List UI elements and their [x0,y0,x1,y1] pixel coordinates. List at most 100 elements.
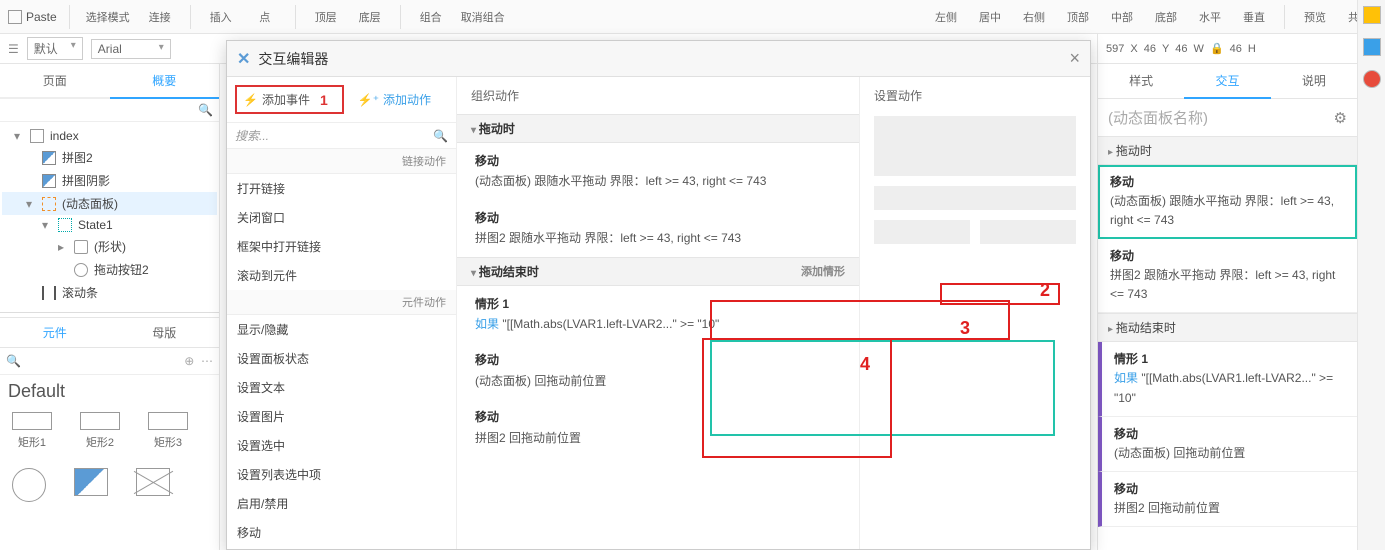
r-action-3[interactable]: 移动 (动态面板) 回拖动前位置 [1098,417,1357,472]
close-button[interactable]: × [1069,48,1080,69]
act-enable[interactable]: 启用/禁用 [227,489,456,518]
tb-dist-h[interactable]: 水平 [1192,7,1228,27]
r-sect-dragend[interactable]: 拖动结束时 [1098,313,1357,342]
tab-page[interactable]: 页面 [0,64,110,97]
act-scroll-to[interactable]: 滚动到元件 [227,261,456,290]
outline-search[interactable]: 🔍 [0,99,219,122]
shape-rect1[interactable]: 矩形1 [12,412,52,450]
dialog-titlebar[interactable]: ✕ 交互编辑器 × [227,41,1090,77]
scroll-icon [42,286,56,300]
config-placeholder [874,220,970,244]
annotation-1: 1 [320,92,328,108]
coord-y[interactable]: 46 [1144,43,1156,55]
lib-name: Default [0,375,219,408]
act-open-in-frame[interactable]: 框架中打开链接 [227,232,456,261]
settings-icon[interactable]: ⚙ [1334,109,1347,127]
mid-sect-dragend[interactable]: 拖动结束时 添加情形 [457,257,859,286]
dialog-left: ⚡ 添加事件 1 ⚡⁺ 添加动作 搜索... 🔍 链接动作 打开链接 关闭窗口 … [227,77,457,549]
act-set-text[interactable]: 设置文本 [227,373,456,402]
tab-outline[interactable]: 概要 [110,64,220,99]
lock-icon[interactable]: 🔒 [1210,42,1224,55]
button-icon [74,263,88,277]
tb-align-right[interactable]: 右侧 [1016,7,1052,27]
tb-group[interactable]: 组合 [413,7,449,27]
tb-align-middle[interactable]: 中部 [1104,7,1140,27]
shape-placeholder[interactable] [136,468,170,502]
tb-insert[interactable]: 插入 [203,7,239,27]
action-search[interactable]: 搜索... 🔍 [227,123,456,149]
r-sect-drag[interactable]: 拖动时 [1098,136,1357,165]
shape-row-1: 矩形1 矩形2 矩形3 [0,408,219,454]
mid-action-4[interactable]: 移动 拼图2 回拖动前位置 [457,399,859,456]
r-action-1[interactable]: 移动 (动态面板) 跟随水平拖动 界限：left >= 43, right <=… [1098,165,1357,239]
coord-w[interactable]: 46 [1175,43,1187,55]
act-show-hide[interactable]: 显示/隐藏 [227,315,456,344]
right-panel: 597X 46Y 46W 🔒 46H 样式 交互 说明 (动态面板名称)⚙ 拖动… [1097,34,1357,550]
mid-action-2[interactable]: 移动 拼图2 跟随水平拖动 界限：left >= 43, right <= 74… [457,200,859,257]
mid-case-1[interactable]: 情形 1 如果 "[[Math.abs(LVAR1.left-LVAR2..."… [457,286,859,343]
shape-icon [74,240,88,254]
tab-notes[interactable]: 说明 [1271,64,1357,98]
r-action-4[interactable]: 移动 拼图2 回拖动前位置 [1098,472,1357,527]
font-select[interactable]: Arial [91,39,171,59]
act-set-selected[interactable]: 设置选中 [227,431,456,460]
tb-align-bot[interactable]: 底部 [1148,7,1184,27]
shape-rect3[interactable]: 矩形3 [148,412,188,450]
tab-interaction[interactable]: 交互 [1184,64,1270,99]
tb-dist-v[interactable]: 垂直 [1236,7,1272,27]
tab-style[interactable]: 样式 [1098,64,1184,98]
tab-masters[interactable]: 母版 [110,318,220,347]
mid-action-1[interactable]: 移动 (动态面板) 跟随水平拖动 界限：left >= 43, right <=… [457,143,859,200]
add-action-button[interactable]: ⚡⁺ 添加动作 [352,85,437,114]
r-case-1[interactable]: 情形 1 如果 "[[Math.abs(LVAR1.left-LVAR2..."… [1098,342,1357,417]
right-heading: 设置动作 [874,87,1076,116]
search-icon: 🔍 [433,129,448,143]
left-panel: 页面 概要 🔍 ▾index 拼图2 拼图阴影 ▾(动态面板) ▾State1 … [0,64,220,550]
tree-panel[interactable]: ▾(动态面板) [2,192,217,215]
style-select[interactable]: 默认 [27,37,83,60]
tb-connect[interactable]: 连接 [142,7,178,27]
lib-menu-icon[interactable]: ⋯ [201,354,213,368]
tb-align-top[interactable]: 顶部 [1060,7,1096,27]
act-panel-state[interactable]: 设置面板状态 [227,344,456,373]
tb-point[interactable]: 点 [247,7,283,27]
config-placeholder [874,116,1076,176]
paste-button[interactable]: Paste [8,10,57,24]
tb-align-center[interactable]: 居中 [972,7,1008,27]
top-toolbar: Paste 选择模式 连接 插入 点 顶层 底层 组合 取消组合 左侧 居中 右… [0,0,1385,34]
group-link: 链接动作 [227,149,456,174]
shape-ellipse[interactable] [12,468,46,502]
dock-icon-1[interactable] [1363,6,1381,24]
search-input[interactable] [6,103,198,117]
r-action-2[interactable]: 移动 拼图2 跟随水平拖动 界限：left >= 43, right <= 74… [1098,239,1357,314]
widget-name[interactable]: (动态面板名称)⚙ [1098,99,1357,136]
lib-search-icon[interactable]: 🔍 [6,354,21,368]
tb-preview[interactable]: 预览 [1297,7,1333,27]
coord-h[interactable]: 46 [1230,43,1242,55]
dock-icon-2[interactable] [1363,38,1381,56]
tb-ungroup[interactable]: 取消组合 [457,7,509,27]
act-rotate[interactable]: 旋转 [227,547,456,549]
shape-rect2[interactable]: 矩形2 [80,412,120,450]
act-set-list[interactable]: 设置列表选中项 [227,460,456,489]
shape-image[interactable] [74,468,108,502]
search-icon: 🔍 [198,103,213,117]
tb-bottom[interactable]: 底层 [352,7,388,27]
tb-align-left[interactable]: 左侧 [928,7,964,27]
add-event-button[interactable]: ⚡ 添加事件 1 [235,85,344,114]
act-open-link[interactable]: 打开链接 [227,174,456,203]
add-case-button[interactable]: 添加情形 [801,263,845,279]
tree-index[interactable]: ▾index [2,126,217,146]
tb-top[interactable]: 顶层 [308,7,344,27]
act-move[interactable]: 移动 [227,518,456,547]
lib-add-icon[interactable]: ⊕ [184,354,194,368]
act-close-window[interactable]: 关闭窗口 [227,203,456,232]
mid-action-3[interactable]: 移动 (动态面板) 回拖动前位置 [457,342,859,399]
coord-x[interactable]: 597 [1106,43,1124,55]
mid-sect-drag[interactable]: 拖动时 [457,114,859,143]
app-logo-icon: ✕ [237,49,250,69]
dock-icon-3[interactable] [1363,70,1381,88]
tb-select-mode[interactable]: 选择模式 [82,7,134,27]
tab-widgets[interactable]: 元件 [0,318,110,347]
act-set-image[interactable]: 设置图片 [227,402,456,431]
